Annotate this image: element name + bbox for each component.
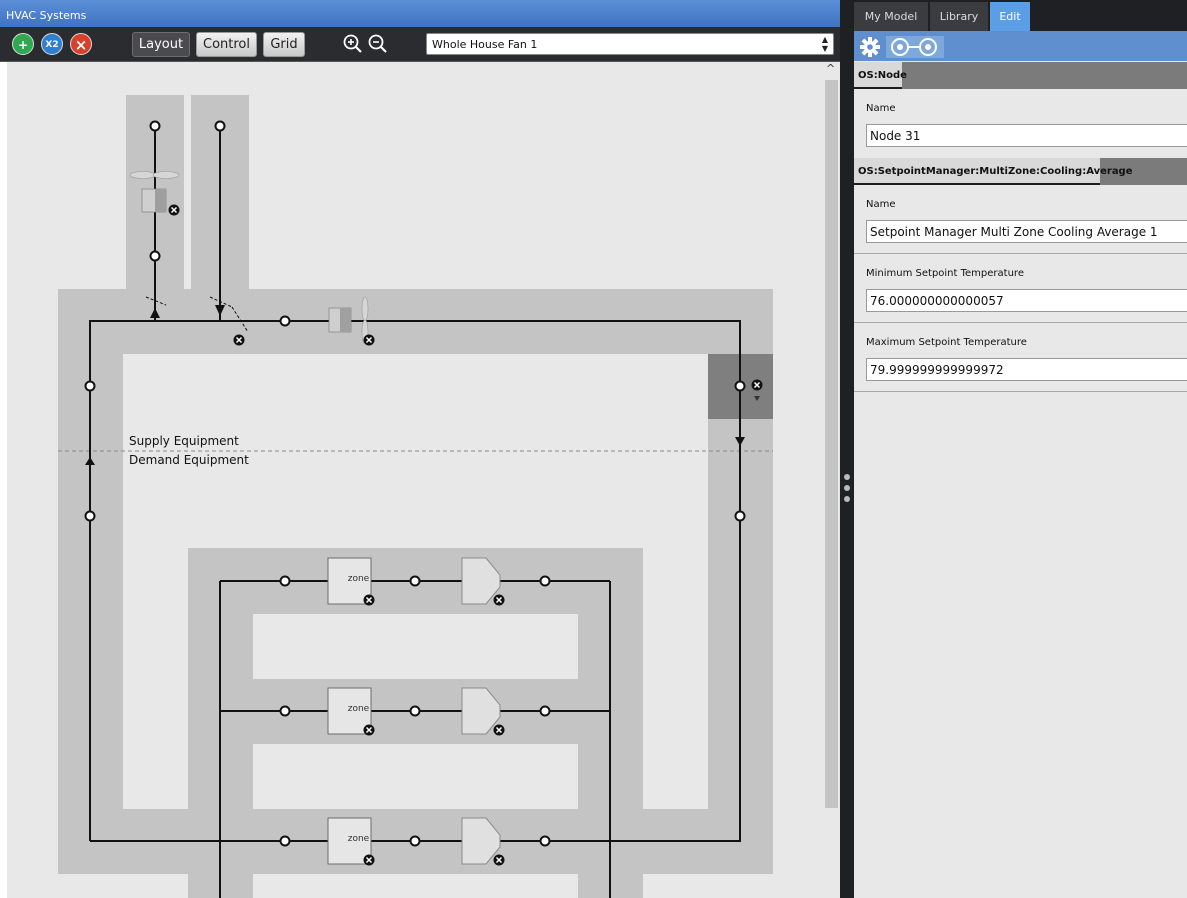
zone-label: zone: [347, 574, 370, 584]
grid-button[interactable]: Grid: [263, 32, 305, 57]
window-title: HVAC Systems: [0, 0, 840, 27]
inspector-pane: My Model Library Edit OS:Node Name Node …: [854, 0, 1187, 898]
zone-label: zone: [347, 834, 370, 844]
field-label: Maximum Setpoint Temperature: [866, 337, 1027, 348]
scroll-up-icon[interactable]: ^: [826, 62, 835, 75]
zoom-in-icon[interactable]: [342, 33, 364, 55]
node-name-field[interactable]: Node 31: [866, 124, 1187, 147]
field-label: Name: [866, 199, 896, 210]
field-divider: [854, 253, 1187, 254]
duplicate-icon[interactable]: X2: [41, 33, 63, 55]
hvac-diagram-canvas[interactable]: Supply Equipment Demand Equipment zone z…: [7, 62, 823, 898]
minimum-setpoint-temperature-field[interactable]: 76.000000000000057: [866, 289, 1187, 312]
tab-edit[interactable]: Edit: [990, 2, 1030, 31]
splitter-grip: [844, 485, 850, 491]
demand-equipment-label: Demand Equipment: [129, 453, 249, 467]
tab-my-model[interactable]: My Model: [854, 2, 928, 31]
system-select[interactable]: Whole House Fan 1 ▲ ▼: [426, 33, 834, 55]
inspector-tabs: My Model Library Edit: [854, 0, 1187, 31]
splitter-grip: [844, 496, 850, 502]
hvac-toolbar: + X2 × Layout Control Grid Whole House F…: [0, 27, 840, 62]
gear-icon[interactable]: [859, 36, 881, 58]
maximum-setpoint-temperature-field[interactable]: 79.999999999999972: [866, 358, 1187, 381]
add-icon[interactable]: +: [12, 33, 34, 55]
zone-label: zone: [347, 704, 370, 714]
loop-diagram: [58, 95, 773, 898]
field-label: Minimum Setpoint Temperature: [866, 268, 1024, 279]
setpoint-icon[interactable]: [886, 34, 944, 60]
layout-button[interactable]: Layout: [132, 32, 190, 57]
control-button[interactable]: Control: [196, 32, 257, 57]
hvac-systems-pane: HVAC Systems + X2 × Layout Control Grid …: [0, 0, 840, 898]
inspector-toolbar: [854, 31, 1187, 61]
updown-arrow-icon: ▲ ▼: [821, 35, 828, 53]
supply-equipment-label: Supply Equipment: [129, 434, 239, 448]
splitter-grip: [844, 474, 850, 480]
delete-icon[interactable]: ×: [70, 33, 92, 55]
system-select-value: Whole House Fan 1: [432, 38, 538, 51]
scroll-thumb[interactable]: [825, 80, 838, 808]
pane-splitter[interactable]: [840, 0, 854, 898]
setpoint-manager-name-field[interactable]: Setpoint Manager Multi Zone Cooling Aver…: [866, 220, 1187, 243]
field-divider: [854, 322, 1187, 323]
tab-library[interactable]: Library: [930, 2, 988, 31]
diagram-scrollbar[interactable]: ^: [823, 62, 840, 898]
section-header: OS:Node: [854, 62, 1187, 89]
field-divider: [854, 391, 1187, 392]
section-title: OS:Node: [854, 62, 907, 89]
section-title: OS:SetpointManager:MultiZone:Cooling:Ave…: [854, 158, 1133, 185]
field-label: Name: [866, 103, 896, 114]
section-header: OS:SetpointManager:MultiZone:Cooling:Ave…: [854, 158, 1187, 185]
zoom-out-icon[interactable]: [367, 33, 389, 55]
